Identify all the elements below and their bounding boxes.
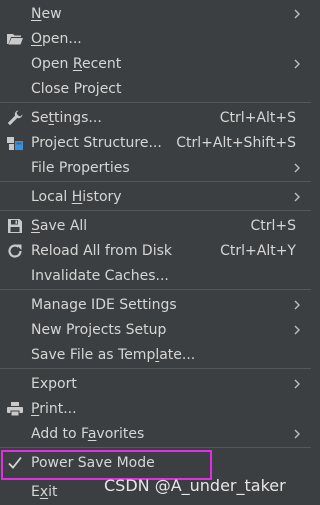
floppy-disk-icon [6,217,24,235]
label-text: ecent [81,56,122,72]
menu-item-local-history-label: Local History [31,188,122,206]
menu-item-open-label: Open... [31,30,82,48]
menu-item-file-properties[interactable]: File Properties [0,156,311,180]
wrench-icon [6,109,24,127]
menu-item-invalidate-caches-label: Invalidate Caches... [31,268,169,284]
menu-item-save-as-template-label: Save File as Template... [31,346,195,364]
chevron-right-icon [291,162,303,174]
menu-item-print-label: Print... [31,400,77,418]
label-text: ave All [39,218,88,234]
menu-item-invalidate-caches[interactable]: Invalidate Caches... [0,264,311,288]
menu-item-manage-ide-settings[interactable]: Manage IDE Settings [0,293,311,317]
menu-separator [0,447,311,448]
label-text: E [31,484,40,500]
label-text: vorites [96,426,145,442]
menu-item-manage-ide-settings-label: Manage IDE Settings [31,297,177,313]
menu-item-new-projects-setup[interactable]: New Projects Setup [0,318,311,342]
menu-item-save-all[interactable]: Save All Ctrl+S [0,214,311,238]
label-text: Se [31,110,49,126]
menu-item-file-properties-label: File Properties [31,160,130,176]
watermark: CSDN @A_under_taker [104,476,286,495]
menu-item-project-structure-label: Project Structure... [31,135,162,151]
label-text: rint... [39,401,77,417]
printer-icon [6,400,24,418]
menu-item-new[interactable]: New [0,2,311,26]
menu-separator [0,210,311,211]
menu-item-export-label: Export [31,376,77,392]
menu-item-close-project[interactable]: Close Project [0,77,311,101]
label-text: Open [31,56,73,72]
mnemonic: P [31,401,40,417]
chevron-right-icon [291,191,303,203]
chevron-right-icon [291,378,303,390]
menu-item-open[interactable]: Open... [0,27,311,51]
label-text: it [48,484,58,500]
menu-item-reload-all[interactable]: Reload All from Disk Ctrl+Alt+Y [0,239,311,263]
menu-item-exit-label: Exit [31,483,58,501]
menu-separator [0,181,311,182]
label-text: pen... [42,31,82,47]
label-text: Local [31,189,72,205]
chevron-right-icon [291,299,303,311]
menu-item-close-project-label: Close Project [31,81,122,97]
menu-separator [0,102,311,103]
mnemonic: N [31,6,42,22]
file-menu: New Open... Open Recent Close Project Se… [0,0,311,505]
chevron-right-icon [291,58,303,70]
mnemonic: S [31,218,40,234]
menu-item-export[interactable]: Export [0,372,311,396]
chevron-right-icon [291,428,303,440]
menu-item-open-recent[interactable]: Open Recent [0,52,311,76]
menu-item-project-structure[interactable]: Project Structure... Ctrl+Alt+Shift+S [0,131,311,155]
menu-item-print[interactable]: Print... [0,397,311,421]
mnemonic: O [31,31,43,47]
menu-item-open-recent-label: Open Recent [31,55,121,73]
label-text: ate... [159,347,196,363]
label-text: ew [41,6,62,22]
menu-item-save-all-label: Save All [31,217,87,235]
project-structure-icon [6,134,24,152]
reload-icon [6,242,24,260]
mnemonic: H [71,189,83,205]
menu-separator [0,289,311,290]
menu-item-add-to-favorites-label: Add to Favorites [31,425,144,443]
folder-open-icon [6,30,24,48]
shortcut-label: Ctrl+Alt+S [219,110,296,126]
label-text: tings... [54,110,102,126]
label-text: Add to F [31,426,88,442]
menu-item-reload-all-label: Reload All from Disk [31,243,172,259]
label-text: istory [82,189,122,205]
menu-item-local-history[interactable]: Local History [0,185,311,209]
shortcut-label: Ctrl+S [250,218,296,234]
shortcut-label: Ctrl+Alt+Y [220,243,296,259]
menu-item-settings[interactable]: Settings... Ctrl+Alt+S [0,106,311,130]
menu-separator [0,368,311,369]
menu-item-new-label: New [31,5,62,23]
chevron-right-icon [291,324,303,336]
mnemonic: x [39,484,49,500]
label-text: Save File as Temp [31,347,156,363]
menu-item-new-projects-setup-label: New Projects Setup [31,322,167,338]
shortcut-label: Ctrl+Alt+Shift+S [176,135,296,151]
menu-item-settings-label: Settings... [31,109,102,127]
chevron-right-icon [291,8,303,20]
menu-item-add-to-favorites[interactable]: Add to Favorites [0,422,311,446]
menu-item-save-as-template[interactable]: Save File as Template... [0,343,311,367]
mnemonic: R [72,56,82,72]
